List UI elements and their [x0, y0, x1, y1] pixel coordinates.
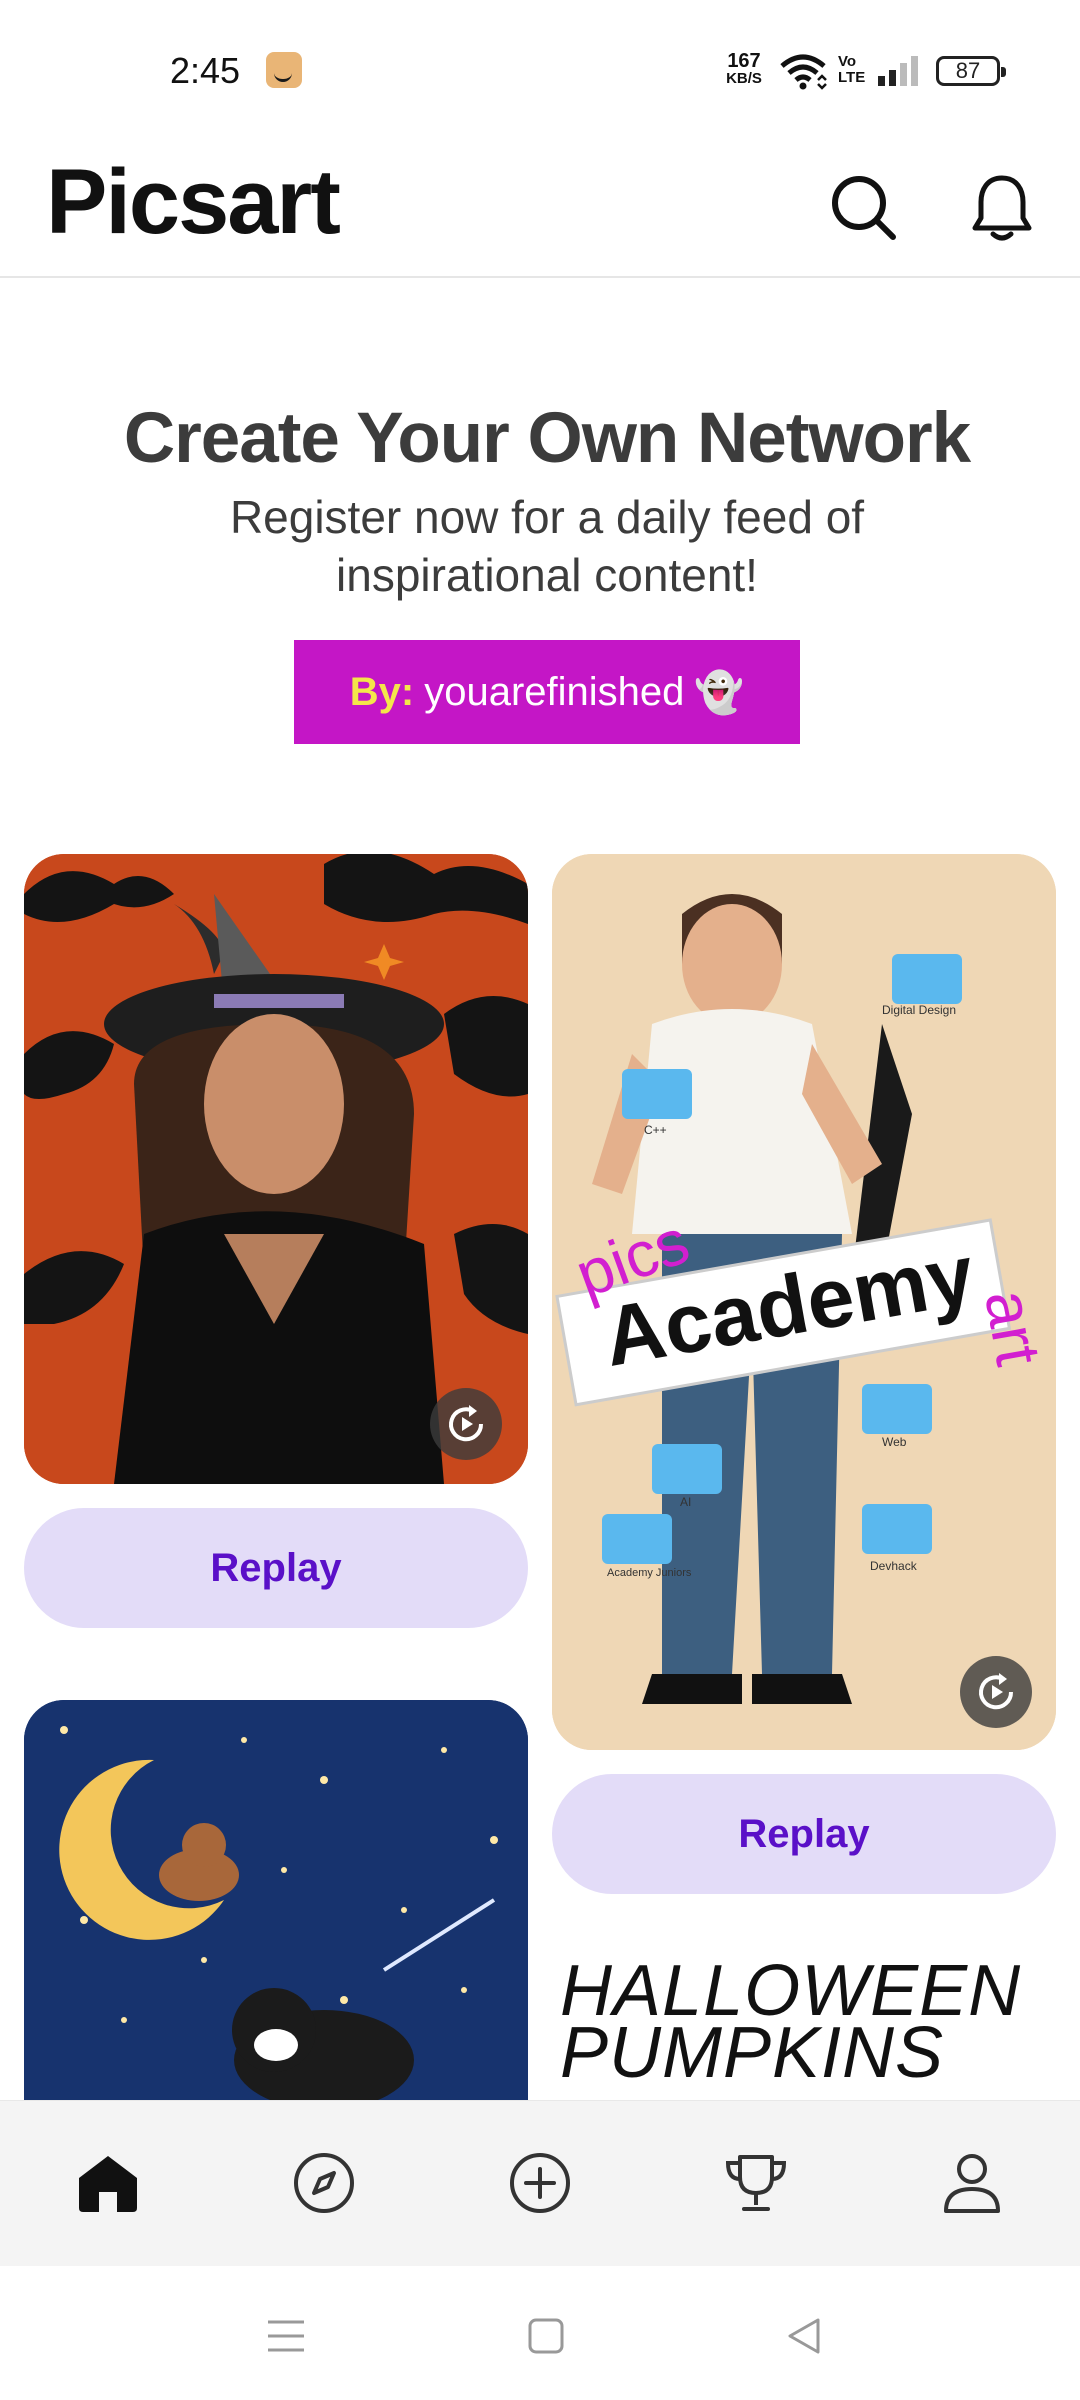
bottom-navigation — [0, 2100, 1080, 2266]
network-speed-value: 167 — [727, 50, 761, 72]
label-digital-design: Digital Design — [882, 1003, 956, 1017]
search-icon — [832, 176, 896, 240]
nav-home[interactable] — [60, 2135, 156, 2231]
replay-icon — [449, 1405, 484, 1442]
system-home-button[interactable] — [516, 2306, 576, 2366]
status-time: 2:45 — [170, 50, 241, 91]
label-cpp: C++ — [644, 1123, 667, 1137]
label-ai: AI — [680, 1495, 691, 1509]
banner-subtitle: Register now for a daily feed of inspira… — [229, 491, 865, 601]
discover-icon — [294, 2153, 354, 2213]
cellular-signal-icon — [878, 56, 918, 86]
cat-moon-artwork — [24, 1700, 528, 2100]
system-navigation-bar — [0, 2266, 1080, 2400]
home-icon — [79, 2156, 137, 2212]
network-speed-unit: KB/S — [726, 70, 762, 87]
label-devhack: Devhack — [870, 1559, 918, 1573]
app-header: Picsart — [0, 140, 1080, 278]
volte-line-2: LTE — [838, 69, 866, 86]
halloween-pumpkins-card[interactable]: HALLOWEEN PUMPKINS — [560, 1955, 1060, 2093]
author-name: youarefinished — [424, 669, 685, 714]
academy-artwork: Digital Design C++ Academy pics art Web … — [552, 854, 1056, 1750]
battery-indicator: 87 — [936, 56, 1006, 86]
banner-title: Create Your Own Network — [123, 399, 971, 478]
author-prefix: By: — [349, 669, 415, 714]
nav-discover[interactable] — [276, 2135, 372, 2231]
nav-challenges[interactable] — [708, 2135, 804, 2231]
card2-replay-indicator[interactable] — [960, 1656, 1032, 1728]
trophy-icon — [725, 2155, 787, 2211]
author-button[interactable]: By: youarefinished 👻 — [294, 640, 800, 744]
feed-card-academy-image[interactable]: Digital Design C++ Academy pics art Web … — [552, 854, 1056, 1750]
profile-icon — [944, 2154, 1000, 2213]
label-web: Web — [882, 1435, 907, 1449]
volte-line-1: Vo — [838, 53, 857, 70]
amazon-notification-icon — [266, 52, 302, 88]
label-art: art — [971, 1285, 1055, 1371]
wifi-icon — [780, 54, 827, 90]
volte-indicator: Vo LTE — [838, 54, 865, 86]
network-speed: 167 KB/S — [720, 50, 768, 88]
feed-card-witch-image[interactable] — [24, 854, 528, 1484]
search-button[interactable] — [824, 168, 904, 248]
ghost-emoji-icon: 👻 — [694, 670, 745, 715]
notifications-button[interactable] — [962, 168, 1042, 248]
halloween-text-line-2: PUMPKINS — [560, 2013, 945, 2093]
bell-icon — [972, 175, 1032, 241]
menu-lines-icon — [268, 2320, 304, 2352]
status-bar: 2:45 167 KB/S Vo LTE 87 — [0, 0, 1080, 140]
picsart-logo: Picsart — [46, 151, 341, 253]
label-academy-juniors: Academy Juniors — [607, 1567, 692, 1579]
create-icon — [510, 2153, 570, 2213]
replay-icon — [979, 1673, 1014, 1710]
replay-button-card2[interactable]: Replay — [552, 1774, 1056, 1894]
nav-create[interactable] — [492, 2135, 588, 2231]
nav-profile[interactable] — [924, 2135, 1020, 2231]
feed-card-cat-moon-image[interactable] — [24, 1700, 528, 2100]
replay-button-card1[interactable]: Replay — [24, 1508, 528, 1628]
system-menu-button[interactable] — [256, 2306, 316, 2366]
system-back-button[interactable] — [774, 2306, 834, 2366]
square-icon — [528, 2318, 564, 2354]
back-triangle-icon — [788, 2318, 820, 2354]
card1-replay-indicator[interactable] — [430, 1388, 502, 1460]
